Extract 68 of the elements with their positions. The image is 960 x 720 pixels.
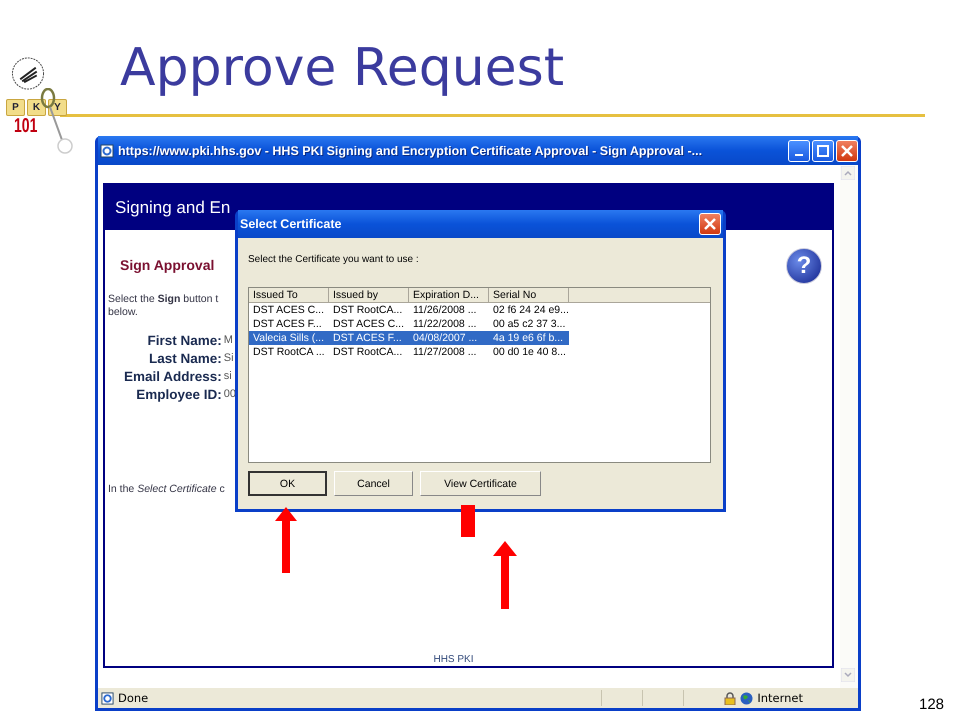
table-cell-text: DST RootCA...	[332, 303, 404, 317]
status-text: Done	[118, 691, 148, 705]
instruction-text: Select the Sign button t	[108, 293, 220, 306]
slide-title: Approve Request	[120, 37, 566, 100]
zone-text: Internet	[757, 691, 803, 705]
table-cell-text: 04/08/2007 ...	[412, 331, 478, 345]
table-cell-text: DST RootCA ...	[252, 345, 326, 359]
certificate-row[interactable]: DST ACES F... DST ACES C... 11/22/2008 ... 00 a5 c2 37 3...	[249, 317, 569, 331]
window-title: https://www.pki.hhs.gov - HHS PKI Signing and Encryption Certificate Approval - Sign Approval -...	[118, 144, 702, 158]
field-label: Last Name:	[148, 350, 222, 367]
up-arrow	[275, 507, 297, 573]
field-value: Si	[224, 351, 235, 366]
minimize-button[interactable]	[788, 140, 810, 162]
globe-icon	[740, 692, 754, 704]
banner-title: Signing and En	[115, 198, 230, 218]
page-icon	[100, 144, 114, 158]
up-arrow	[493, 541, 517, 609]
field-label: Employee ID:	[135, 386, 222, 403]
field-label: First Name:	[146, 332, 222, 349]
dialog-title: Select Certificate	[240, 217, 342, 231]
page-number: 128	[919, 696, 944, 713]
certificate-row[interactable]: DST ACES C... DST RootCA... 11/26/2008 ... 02 f6 24 24 e9...	[249, 303, 569, 317]
field-label: Email Address:	[124, 368, 222, 385]
instruction-text: below.	[108, 306, 139, 319]
note-text: In the Select Certificate c	[108, 483, 226, 495]
maximize-button[interactable]	[812, 140, 834, 162]
minimize-icon	[795, 154, 803, 156]
logo-tile: K	[27, 99, 46, 116]
table-cell-text: 00 d0 1e 40 8...	[492, 345, 567, 359]
table-cell-text: DST RootCA...	[332, 345, 404, 359]
column-header[interactable]: Issued by	[329, 288, 409, 303]
table-cell-text: DST ACES F...	[252, 317, 323, 331]
help-button[interactable]: ?	[786, 248, 822, 284]
column-header[interactable]: Issued To	[249, 288, 329, 303]
logo-number: 101	[14, 116, 38, 136]
certificate-row[interactable]: DST RootCA ... DST RootCA... 11/27/2008 ... 00 d0 1e 40 8...	[249, 345, 569, 359]
field-value: si	[224, 369, 233, 384]
table-cell-text: 02 f6 24 24 e9...	[492, 303, 569, 317]
seal-icon	[10, 56, 46, 91]
column-header[interactable]: Expiration D...	[409, 288, 489, 303]
close-button[interactable]	[836, 140, 858, 162]
table-cell-text: DST ACES C...	[332, 317, 405, 331]
field-value: M	[224, 333, 234, 348]
table-cell-text: 11/27/2008 ...	[412, 345, 478, 359]
table-cell-text: 11/26/2008 ...	[412, 303, 478, 317]
page-heading: Sign Approval	[120, 257, 216, 273]
table-cell-text: Valecia Sills (...	[252, 331, 325, 345]
table-cell-text: 00 a5 c2 37 3...	[492, 317, 566, 331]
logo-tile: P	[6, 99, 25, 116]
close-icon	[841, 144, 853, 156]
column-header[interactable]: Serial No	[489, 288, 569, 303]
dialog-button[interactable]: View Certificate	[420, 471, 541, 496]
page-footer: HHS PKI	[433, 654, 474, 666]
table-cell-text: DST ACES F...	[332, 331, 403, 345]
dialog-button[interactable]: OK	[248, 471, 327, 496]
table-cell-text: DST ACES C...	[252, 303, 325, 317]
arrow-shaft	[461, 505, 475, 537]
maximize-icon	[817, 144, 829, 156]
lock-icon	[724, 692, 736, 704]
close-icon	[704, 218, 716, 230]
close-button[interactable]	[699, 213, 721, 235]
dialog-button[interactable]: Cancel	[334, 471, 413, 496]
table-cell-text: 4a 19 e6 6f b...	[492, 331, 564, 345]
certificate-row[interactable]: Valecia Sills (... DST ACES F... 04/08/2007 ... 4a 19 e6 6f b...	[249, 331, 569, 345]
table-cell-text: 11/22/2008 ...	[412, 317, 478, 331]
prompt-text: Select the Certificate you want to use :	[248, 254, 420, 265]
page-icon	[101, 692, 114, 704]
key-icon	[40, 88, 74, 154]
